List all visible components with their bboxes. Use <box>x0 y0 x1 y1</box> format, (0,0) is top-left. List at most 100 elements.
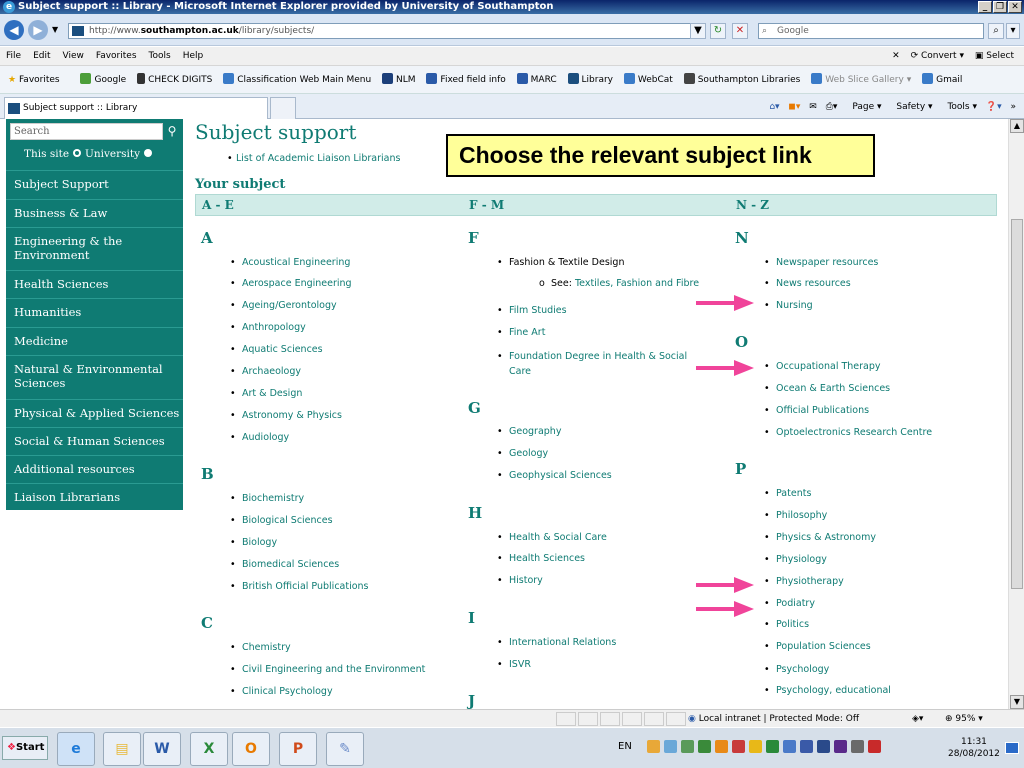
start-button[interactable]: ❖Start <box>2 736 48 760</box>
minimize-button[interactable]: _ <box>978 1 992 13</box>
menu-favorites[interactable]: Favorites <box>90 47 143 66</box>
subject-link[interactable]: History <box>497 575 543 586</box>
fav-web-slice-gallery[interactable]: Web Slice Gallery ▾ <box>807 66 915 93</box>
subject-link[interactable]: British Official Publications <box>230 581 368 592</box>
subject-link[interactable]: Geography <box>497 426 562 437</box>
subject-link[interactable]: Civil Engineering and the Environment <box>230 664 425 675</box>
subject-link[interactable]: Politics <box>764 619 809 630</box>
subject-link[interactable]: News resources <box>764 278 851 289</box>
stop-button[interactable]: ✕ <box>732 23 748 39</box>
tray-printer-icon[interactable] <box>851 740 864 753</box>
menu-help[interactable]: Help <box>177 47 210 66</box>
tray-folder-icon[interactable] <box>749 740 762 753</box>
see-link-textiles[interactable]: Textiles, Fashion and Fibre <box>575 278 699 289</box>
subject-link[interactable]: Geophysical Sciences <box>497 470 612 481</box>
scroll-down-button[interactable]: ▼ <box>1010 695 1024 709</box>
subject-link[interactable]: Aquatic Sciences <box>230 344 323 355</box>
tray-update-icon[interactable] <box>698 740 711 753</box>
taskbar-outlook-button[interactable]: O <box>232 732 270 766</box>
subject-link[interactable]: Audiology <box>230 432 289 443</box>
sidebar-search-input[interactable]: Search <box>10 123 163 140</box>
sidebar-item-additional-resources[interactable]: Additional resources <box>6 455 183 482</box>
subject-link[interactable]: Aerospace Engineering <box>230 278 352 289</box>
fav-check-digits[interactable]: CHECK DIGITS <box>133 66 216 93</box>
security-zone[interactable]: ◉ Local intranet | Protected Mode: Off <box>688 710 859 728</box>
clock[interactable]: 11:31 28/08/2012 <box>948 736 1000 760</box>
recent-pages-dropdown[interactable]: ▼ <box>52 25 58 34</box>
subject-link[interactable]: Patents <box>764 488 812 499</box>
help-icon[interactable]: ❓▾ <box>986 102 1002 112</box>
favorites-button[interactable]: ★ Favorites <box>0 66 64 93</box>
tray-clock-icon[interactable] <box>783 740 796 753</box>
back-button[interactable]: ◀ <box>4 20 24 40</box>
google-search-input[interactable]: ⌕ Google <box>758 23 984 39</box>
subject-link[interactable]: Acoustical Engineering <box>230 257 350 268</box>
refresh-button[interactable]: ↻ <box>710 23 726 39</box>
close-window-button[interactable]: ✕ <box>1008 1 1022 13</box>
search-options-button[interactable]: ▾ <box>1006 23 1020 39</box>
rss-icon[interactable]: ◼▾ <box>788 102 800 112</box>
subject-link[interactable]: Archaeology <box>230 366 301 377</box>
home-icon[interactable]: ⌂▾ <box>769 102 779 112</box>
subject-link[interactable]: Physiology <box>764 554 827 565</box>
subject-link[interactable]: Official Publications <box>764 405 869 416</box>
tray-v-icon[interactable] <box>834 740 847 753</box>
liaison-librarians-link[interactable]: List of Academic Liaison Librarians <box>227 153 400 164</box>
taskbar-paint-button[interactable]: ✎ <box>326 732 364 766</box>
search-go-button[interactable]: ⌕ <box>988 23 1004 39</box>
subject-link[interactable]: Biological Sciences <box>230 515 333 526</box>
taskbar-word-button[interactable]: W <box>143 732 181 766</box>
sidebar-item-natural-environmental[interactable]: Natural & Environmental Sciences <box>6 355 183 396</box>
convert-button[interactable]: ⟳ Convert ▾ <box>911 51 964 61</box>
radio-this-site[interactable] <box>73 149 82 157</box>
subject-link[interactable]: Clinical Psychology <box>230 686 333 697</box>
subject-link[interactable]: Ocean & Earth Sciences <box>764 383 890 394</box>
subject-link[interactable]: Anthropology <box>230 322 306 333</box>
subject-link[interactable]: Physics & Astronomy <box>764 532 876 543</box>
sidebar-item-physical-applied[interactable]: Physical & Applied Sciences <box>6 399 183 426</box>
subject-link[interactable]: ISVR <box>497 659 531 670</box>
subject-link[interactable]: Astronomy & Physics <box>230 410 342 421</box>
tray-office-icon[interactable] <box>715 740 728 753</box>
subject-link-physiotherapy[interactable]: Physiotherapy <box>764 576 844 587</box>
tray-volume-icon[interactable] <box>868 740 881 753</box>
subject-link[interactable]: Psychology, educational <box>764 685 891 696</box>
subject-link-podiatry[interactable]: Podiatry <box>764 598 815 609</box>
forward-button[interactable]: ▶ <box>28 20 48 40</box>
close-toolbar-icon[interactable]: ✕ <box>892 51 900 61</box>
sidebar-item-medicine[interactable]: Medicine <box>6 327 183 354</box>
menu-tools[interactable]: Tools <box>143 47 177 66</box>
subject-link[interactable]: International Relations <box>497 637 616 648</box>
scroll-thumb[interactable] <box>1011 219 1023 589</box>
sidebar-item-social-human[interactable]: Social & Human Sciences <box>6 427 183 454</box>
taskbar-excel-button[interactable]: X <box>190 732 228 766</box>
sidebar-item-health-sciences[interactable]: Health Sciences <box>6 270 183 297</box>
fav-classification-web[interactable]: Classification Web Main Menu <box>219 66 375 93</box>
search-icon[interactable]: ⚲ <box>164 122 180 140</box>
radio-university[interactable] <box>144 149 153 157</box>
tray-antivirus-icon[interactable] <box>766 740 779 753</box>
subject-link[interactable]: Geology <box>497 448 548 459</box>
fav-google[interactable]: Google <box>66 66 130 93</box>
menu-view[interactable]: View <box>57 47 90 66</box>
subject-link[interactable]: Health & Social Care <box>497 532 607 543</box>
taskbar-ie-button[interactable]: e <box>57 732 95 766</box>
sidebar-item-business-law[interactable]: Business & Law <box>6 199 183 226</box>
subject-link[interactable]: Population Sciences <box>764 641 871 652</box>
sidebar-item-liaison-librarians[interactable]: Liaison Librarians <box>6 483 183 510</box>
restore-button[interactable]: ❐ <box>993 1 1007 13</box>
zoom-control[interactable]: ⊕ 95% ▾ <box>945 710 983 728</box>
taskbar-explorer-button[interactable]: ▤ <box>103 732 141 766</box>
subject-link[interactable]: Ageing/Gerontology <box>230 300 337 311</box>
subject-link[interactable]: Optoelectronics Research Centre <box>764 427 932 438</box>
subject-link-nursing[interactable]: Nursing <box>764 300 813 311</box>
subject-link[interactable]: Fine Art <box>497 327 546 338</box>
mail-icon[interactable]: ✉ <box>809 102 817 112</box>
fav-gmail[interactable]: Gmail <box>918 66 966 93</box>
tools-menu[interactable]: Tools ▾ <box>941 102 977 112</box>
chevron-more-icon[interactable]: » <box>1010 102 1016 112</box>
tray-sync-icon[interactable] <box>681 740 694 753</box>
sidebar-item-humanities[interactable]: Humanities <box>6 298 183 325</box>
subject-link[interactable]: Health Sciences <box>497 553 585 564</box>
new-tab-button[interactable] <box>270 97 296 119</box>
